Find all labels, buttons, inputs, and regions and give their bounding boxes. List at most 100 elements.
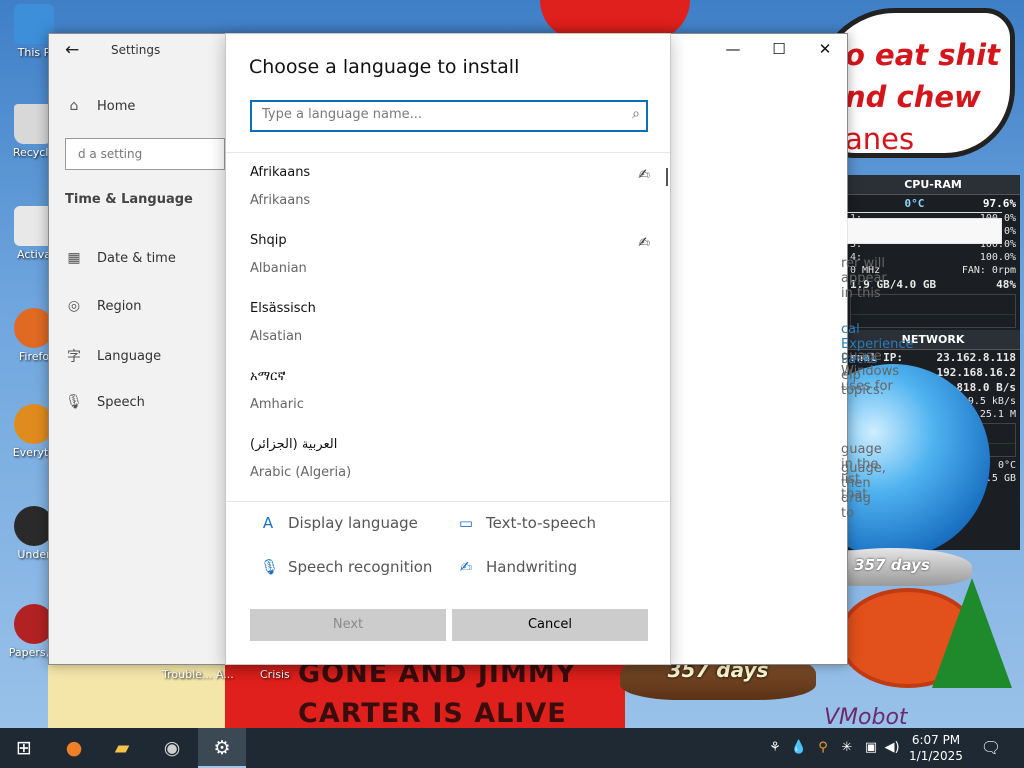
wallpaper-text: VMobot (824, 705, 908, 728)
nav-item-label: Home (97, 98, 136, 114)
desktop-icon-label: Activa (17, 248, 51, 261)
list-scrollbar[interactable] (666, 168, 668, 186)
nav-item-language[interactable]: 字 Language (65, 346, 225, 366)
language-english-name: Alsatian (250, 329, 303, 344)
language-native-name: Shqip (250, 233, 287, 248)
language-dropdown[interactable] (847, 218, 1002, 244)
taskbar-file-explorer[interactable]: ▰ (98, 728, 146, 768)
speech-line: anes (845, 122, 915, 156)
speech-bubble-text: o eat shit nd chew anes (845, 34, 1015, 160)
handwriting-icon: ✍ (638, 167, 650, 183)
taskbar-firefox[interactable]: ● (50, 728, 98, 768)
cpu-total-value: 97.6% (982, 197, 1016, 210)
tray-icon[interactable]: ⚘ (764, 728, 786, 768)
feature-label: Handwriting (486, 558, 578, 576)
fan-speed: FAN: 0rpm (961, 265, 1016, 276)
folder-icon: ▰ (114, 737, 130, 759)
desktop-icon-label[interactable]: Crisis (260, 668, 290, 681)
cpu-temperature: 0°C 97.6% (846, 195, 1020, 212)
feature-label: Text-to-speech (486, 514, 597, 532)
minimize-button[interactable]: — (710, 40, 756, 58)
network-icon: ▣ (864, 740, 878, 755)
search-icon: ⌕ (632, 106, 640, 122)
nav-item-date-time[interactable]: ▦ Date & time (65, 250, 225, 266)
notification-button[interactable]: 🗨 (978, 728, 1004, 768)
settings-search-input[interactable]: d a setting (65, 138, 225, 170)
language-icon: 字 (67, 349, 81, 365)
nav-item-label: Speech (97, 394, 145, 410)
handwriting-icon: ✍ (459, 558, 473, 576)
internal-ip: 23.162.8.118 (936, 351, 1016, 364)
language-english-name: Afrikaans (250, 193, 311, 208)
clock-date: 1/1/2025 (909, 749, 963, 763)
desktop-icon-label[interactable]: Trouble... A... (162, 668, 234, 681)
desktop-icon-label: Under (17, 548, 51, 561)
microphone-icon: 🎙 (260, 558, 280, 576)
cpu-temp-value: 0°C (904, 197, 925, 210)
clock-time: 6:07 PM (911, 733, 961, 747)
search-icon: ⚲ (818, 740, 828, 755)
drop-icon: 💧 (790, 740, 808, 755)
feature-text-to-speech: ▭ Text-to-speech (458, 514, 596, 532)
language-item-afrikaans[interactable]: Afrikaans Afrikaans ✍ (250, 153, 650, 221)
back-button[interactable]: ← (65, 40, 79, 60)
section-title: Time & Language (65, 192, 193, 207)
speech-line: o eat shit (845, 38, 1000, 72)
settings-nav-pane: ← Settings ⌂ Home d a setting Time & Lan… (49, 34, 225, 664)
app-icon: ◉ (163, 737, 181, 759)
language-native-name: Elsässisch (250, 301, 316, 316)
taskbar: ⊞ ● ▰ ◉ ⚙ ⚘ 💧 ⚲ ✳ ▣ ◀) 6:07 PM 1/1/2025 … (0, 728, 1024, 768)
start-button[interactable]: ⊞ (0, 728, 48, 768)
language-search-input[interactable]: Type a language name... ⌕ (250, 100, 648, 132)
gear-icon: ⚙ (213, 737, 231, 759)
info-text: rer will appear in this (841, 256, 887, 301)
firefox-icon: ● (65, 737, 83, 759)
tray-icon[interactable]: ✳ (836, 728, 858, 768)
language-native-name: العربية (الجزائر) (250, 437, 338, 452)
language-item-amharic[interactable]: አማርኛ Amharic (250, 357, 650, 425)
nav-item-label: Language (97, 348, 162, 364)
divider (847, 212, 1002, 213)
close-button[interactable]: ✕ (802, 40, 848, 58)
cancel-button[interactable]: Cancel (452, 609, 648, 641)
language-english-name: Amharic (250, 397, 304, 412)
calendar-icon: ▦ (67, 250, 81, 266)
dialog-title: Choose a language to install (249, 56, 520, 78)
banner-line: CARTER IS ALIVE (298, 698, 567, 728)
snowflake-icon: ✳ (841, 740, 853, 755)
core-value: 100.0% (979, 252, 1016, 263)
handwriting-icon: ✍ (638, 235, 650, 251)
nav-item-speech[interactable]: 🎙 Speech (65, 394, 225, 410)
tray-icon[interactable]: 💧 (788, 728, 810, 768)
language-native-name: Afrikaans (250, 165, 311, 180)
volume-icon: ◀) (884, 740, 900, 755)
language-native-name: አማርኛ (250, 369, 286, 384)
upload-rate: 818.0 B/s (956, 381, 1016, 394)
globe-icon: ◎ (67, 298, 81, 314)
maximize-button[interactable]: ☐ (756, 40, 802, 58)
local-ip: 192.168.16.2 (936, 366, 1016, 379)
taskbar-clock[interactable]: 6:07 PM 1/1/2025 (900, 732, 972, 764)
tray-icon[interactable]: ▣ (860, 728, 882, 768)
language-english-name: Arabic (Algeria) (250, 465, 352, 480)
nav-item-home[interactable]: ⌂ Home (65, 98, 225, 114)
network-monitor-icon: ⚘ (769, 740, 781, 755)
disk-temperature: 0°C (997, 460, 1016, 471)
next-button[interactable]: Next (250, 609, 446, 641)
tray-icon[interactable]: ⚲ (812, 728, 834, 768)
feature-speech-recognition: 🎙 Speech recognition (260, 558, 432, 576)
nav-item-label: Date & time (97, 250, 176, 266)
info-text: elp topics. (841, 368, 884, 398)
language-item-arabic-algeria[interactable]: العربية (الجزائر) Arabic (Algeria) (250, 425, 650, 493)
nav-item-region[interactable]: ◎ Region (65, 298, 225, 314)
language-item-alsatian[interactable]: Elsässisch Alsatian (250, 289, 650, 357)
notification-icon: 🗨 (980, 738, 1002, 757)
tray-icon[interactable]: ◀) (882, 728, 902, 768)
feature-label: Speech recognition (288, 558, 433, 576)
desktop-icon-label: Firefo (18, 350, 50, 363)
choose-language-dialog: Choose a language to install Type a lang… (225, 33, 671, 665)
language-item-albanian[interactable]: Shqip Albanian ✍ (250, 221, 650, 289)
taskbar-settings[interactable]: ⚙ (198, 728, 246, 768)
taskbar-app[interactable]: ◉ (148, 728, 196, 768)
banner-text: GONE AND JIMMY CARTER IS ALIVE (298, 654, 628, 728)
